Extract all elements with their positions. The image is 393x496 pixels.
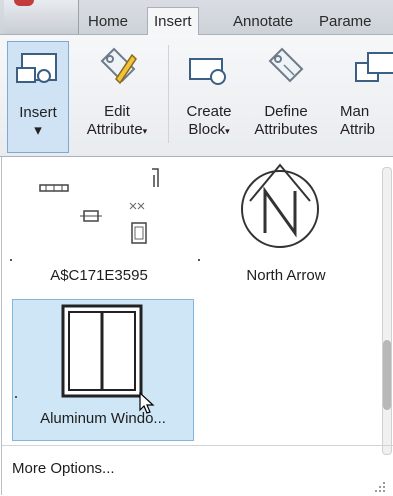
insert-label: Insert [19,104,57,121]
tab-annotate[interactable]: Annotate [227,9,299,34]
application-menu-button[interactable] [4,0,79,34]
gallery-item-north-arrow[interactable]: North Arrow [196,159,376,297]
more-options-row[interactable]: More Options... [2,445,393,496]
ribbon-separator [168,45,169,143]
gallery-item-label: North Arrow [246,267,326,284]
app-logo-icon [14,0,34,6]
gallery-item-label: Aluminum Windo... [40,410,166,427]
ribbon-tab-bar: Home Insert Annotate Parame [0,0,393,36]
gallery-item-label: A$C171E3595 [50,267,148,284]
create-block-label-2: Block [188,121,226,138]
define-attributes-label-2: Attributes [254,121,318,138]
ribbon-panel-block: Insert ▾ Edit Attribute▾ Create Block▾ D… [0,35,393,157]
block-gallery-dropdown: A$C171E3595 North Arrow Aluminum Windo..… [1,157,393,495]
resize-grip-icon[interactable] [375,482,385,492]
mouse-cursor-icon [139,392,155,414]
edit-attribute-caret-icon: ▾ [142,126,148,136]
gallery-item-aluminum-window[interactable]: Aluminum Windo... [12,299,194,441]
aluminum-window-icon [61,304,143,398]
gallery-scrollbar[interactable] [382,167,392,455]
north-arrow-icon [241,163,319,248]
edit-attribute-label-2-row: Attribute▾ [74,121,160,140]
edit-attribute-button[interactable]: Edit Attribute▾ [74,41,160,151]
edit-attribute-label-1: Edit [104,103,130,120]
insert-caret-icon: ▾ [34,122,42,139]
edit-attribute-icon [100,47,137,85]
tab-insert[interactable]: Insert [147,7,199,36]
gallery-item-block-a-c171e3595[interactable]: A$C171E3595 [8,159,190,297]
define-attributes-label-1: Define [264,103,308,120]
dot-marker [10,259,12,261]
create-block-label-1: Create [186,103,232,120]
manage-attributes-label-1: Man [340,103,370,120]
create-block-label-2-row: Block▾ [176,121,242,140]
define-attributes-button[interactable]: Define Attributes [244,41,328,151]
create-block-icon [189,58,226,85]
tab-home[interactable]: Home [82,9,134,34]
create-block-button[interactable]: Create Block▾ [176,41,242,151]
manage-attributes-label-2: Attrib [340,121,376,138]
block-preview-icon [39,168,159,244]
dot-marker [198,259,200,261]
tab-parametric[interactable]: Parame [313,9,378,34]
manage-attributes-button[interactable]: Man Attrib [334,41,393,151]
create-block-caret-icon: ▾ [225,126,230,136]
edit-attribute-label-2: Attribute [86,121,143,138]
more-options-link[interactable]: More Options... [12,460,115,477]
define-attributes-icon [268,47,304,83]
insert-block-button[interactable]: Insert ▾ [7,41,69,153]
dot-marker [15,396,17,398]
manage-attributes-icon [355,52,393,82]
scrollbar-thumb[interactable] [383,340,391,410]
insert-block-icon [16,53,57,83]
